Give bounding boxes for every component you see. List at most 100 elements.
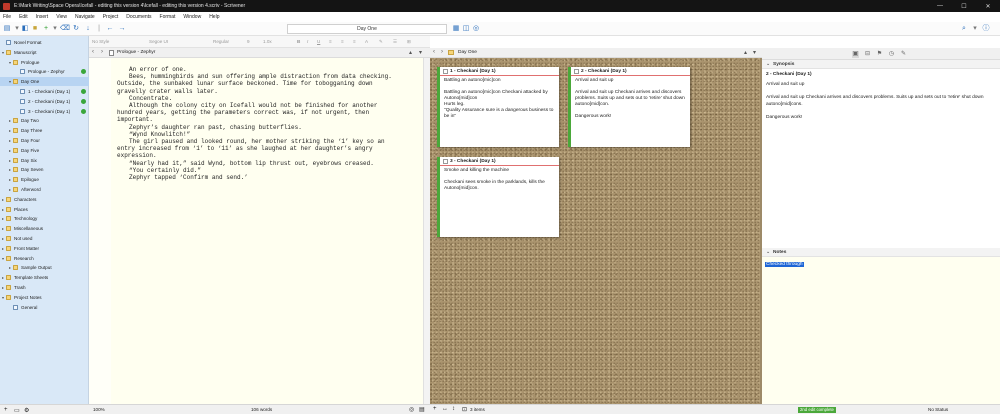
align-center-icon[interactable]: ≡ (341, 39, 344, 44)
menu-insert[interactable]: Insert (36, 14, 49, 20)
align-left-icon[interactable]: ≡ (329, 39, 332, 44)
folder-add-icon[interactable]: ▭ (14, 407, 20, 414)
binder-item[interactable]: ▸ Afterword (0, 185, 89, 194)
text-color-icon[interactable]: A (365, 39, 368, 44)
binder-item[interactable]: ▾ Research (0, 254, 89, 263)
card-checkbox[interactable] (443, 158, 448, 164)
highlight-icon[interactable]: ✎ (379, 39, 383, 45)
editor-paragraph[interactable]: “Nearly had it,” said Wynd, bottom lip t… (117, 160, 399, 167)
comments-tab-icon[interactable]: ✎ (900, 51, 907, 58)
search-dropdown-icon[interactable]: ▾ (971, 25, 979, 33)
zoom-level[interactable]: 100% (93, 407, 105, 412)
card-checkbox[interactable] (574, 68, 579, 74)
card-title[interactable]: 1 - Checkani (Day 1) (450, 69, 496, 74)
font-weight-select[interactable]: Regular (213, 39, 229, 44)
close-window-button[interactable]: ✕ (976, 0, 1000, 12)
binder-item[interactable]: ▸ Not used (0, 234, 89, 243)
binder-item[interactable]: ▸ Template Sheets (0, 273, 89, 282)
binder-item[interactable]: ▸ Day Four (0, 136, 89, 145)
forward-arrow-icon[interactable]: › (101, 49, 103, 55)
menu-window[interactable]: Window (183, 14, 201, 20)
card-synopsis[interactable]: Arrival and suit up Arrival and suit up … (575, 78, 686, 120)
minimize-button[interactable]: — (928, 0, 952, 12)
list-icon[interactable]: ☰ (393, 39, 397, 45)
binder-item[interactable]: ▾ Project Notes (0, 293, 89, 302)
binder-item[interactable]: ▸ Front Matter (0, 244, 89, 253)
card-title[interactable]: 2 - Checkani (Day 1) (581, 69, 627, 74)
notes-tab-icon[interactable]: ▣ (852, 51, 859, 58)
align-right-icon[interactable]: ≡ (353, 39, 356, 44)
binder-item[interactable]: General (0, 303, 89, 312)
editor-text[interactable]: An error of one. Bees, hummingbirds and s… (117, 66, 399, 181)
menu-documents[interactable]: Documents (126, 14, 151, 20)
editor-paragraph[interactable]: Zephyr tapped ‘Confirm and send.’ (117, 174, 399, 181)
binder-item[interactable]: ▸ Sample Output (0, 263, 89, 272)
underline-icon[interactable]: U (317, 39, 320, 44)
card-size-icon[interactable]: ⊡ (462, 406, 467, 413)
previous-document-icon[interactable]: ▴ (409, 49, 412, 56)
binder-item[interactable]: ▸ Day Two (0, 116, 89, 125)
collapse-chevron-icon[interactable]: ⌄ (766, 62, 770, 67)
search-icon[interactable]: ⌕ (960, 25, 968, 33)
forward-arrow-icon[interactable]: › (441, 49, 443, 55)
view-mode-icon[interactable]: ▤ (3, 25, 11, 33)
text-editor[interactable]: An error of one. Bees, hummingbirds and s… (89, 58, 430, 404)
arrange-icon[interactable]: ↕ (452, 406, 455, 412)
settings-gear-icon[interactable]: ⚙ (24, 407, 29, 414)
binder-item[interactable]: ▸ Day Six (0, 156, 89, 165)
editor-paragraph[interactable]: Although the colony city on Icefall woul… (117, 102, 399, 124)
editor-paragraph[interactable]: Zephyr’s daughter ran past, chasing butt… (117, 124, 399, 131)
freeform-icon[interactable]: ↔ (442, 406, 448, 412)
add-item-icon[interactable]: + (4, 407, 8, 413)
previous-document-icon[interactable]: ▴ (744, 49, 747, 56)
binder-item[interactable]: 3 - Checkani (Day 1) (0, 107, 89, 116)
card-synopsis[interactable]: Battling an autono[mic]con Battling an a… (444, 78, 555, 120)
menu-edit[interactable]: Edit (19, 14, 28, 20)
trash-icon[interactable]: ⌫ (60, 25, 70, 33)
corkboard[interactable]: 1 - Checkani (Day 1) Battling an autono[… (430, 58, 762, 404)
bookmarks-tab-icon[interactable]: ⊟ (864, 51, 871, 58)
bold-icon[interactable]: B (297, 39, 300, 44)
card-title[interactable]: 3 - Checkani (Day 1) (450, 159, 496, 164)
binder-item[interactable]: 1 - Checkani (Day 1) (0, 87, 89, 96)
editor-paragraph[interactable]: “You certainly did.” (117, 167, 399, 174)
binder-item[interactable]: 2 - Checkani (Day 1) (0, 97, 89, 106)
add-card-icon[interactable]: + (433, 406, 437, 412)
view-dropdown-icon[interactable]: ▾ (13, 25, 21, 33)
editor-scrollbar[interactable] (423, 58, 430, 404)
binder-item[interactable]: ▸ Technology (0, 214, 89, 223)
index-card[interactable]: 2 - Checkani (Day 1) Arrival and suit up… (568, 67, 690, 147)
binder-item[interactable]: Novel Format (0, 38, 89, 47)
inspector-toggle-icon[interactable]: ⓘ (982, 25, 990, 33)
binder-item[interactable]: ▸ Trash (0, 283, 89, 292)
binder-item[interactable]: ▸ Places (0, 205, 89, 214)
italic-icon[interactable]: I (307, 39, 308, 44)
metadata-tab-icon[interactable]: ⚑ (876, 51, 883, 58)
target-icon[interactable]: ◎ (472, 25, 480, 33)
binder-item[interactable]: ▸ Miscellaneous (0, 224, 89, 233)
target-icon[interactable]: ◎ (409, 406, 414, 413)
menu-format[interactable]: Format (160, 14, 176, 20)
editor-paragraph[interactable]: An error of one. (117, 66, 399, 73)
add-dropdown-icon[interactable]: ▾ (51, 25, 59, 33)
binder-toggle-icon[interactable]: ◧ (21, 25, 29, 33)
card-synopsis[interactable]: Smoke and killing the machine Checkani s… (444, 168, 555, 192)
binder-item[interactable]: ▸ Epilogue (0, 175, 89, 184)
word-count[interactable]: 106 words (251, 407, 272, 412)
folder-icon[interactable]: ■ (31, 25, 39, 33)
note-icon[interactable]: ▤ (419, 406, 425, 413)
label-badge[interactable]: 2nd edit complete (798, 407, 836, 413)
paragraph-style-select[interactable]: No Style (92, 39, 109, 44)
menu-navigate[interactable]: Navigate (75, 14, 95, 20)
forward-arrow-icon[interactable]: → (118, 25, 126, 33)
menu-file[interactable]: File (3, 14, 11, 20)
add-document-icon[interactable]: + (42, 25, 50, 33)
notes-text[interactable]: Checked through (765, 262, 804, 267)
binder-item[interactable]: ▸ Characters (0, 195, 89, 204)
binder-item[interactable]: ▸ Day Three (0, 126, 89, 135)
card-checkbox[interactable] (443, 68, 448, 74)
collapse-chevron-icon[interactable]: ⌄ (766, 250, 770, 255)
document-title-field[interactable]: Day One (287, 24, 447, 34)
synopsis-text[interactable]: Arrival and suit up Arrival and suit up … (766, 82, 994, 121)
move-down-icon[interactable]: ↓ (84, 25, 92, 33)
